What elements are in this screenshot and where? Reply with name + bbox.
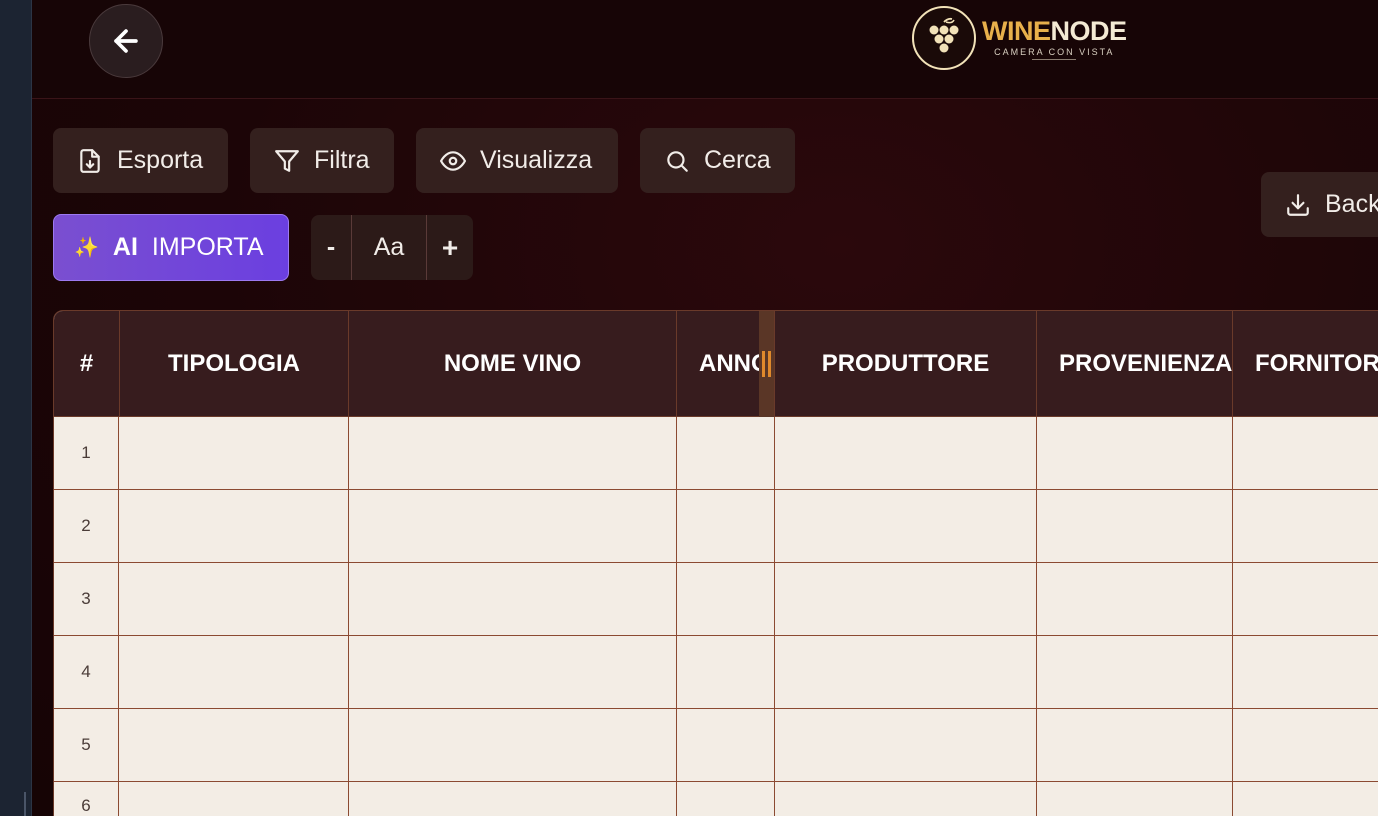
- table-cell[interactable]: [1037, 490, 1233, 562]
- table-cell[interactable]: [349, 636, 677, 708]
- table-cell[interactable]: [775, 563, 1037, 635]
- wine-table: # TIPOLOGIA NOME VINO ANNO PRODUTTORE PR…: [53, 310, 1378, 816]
- table-row: 4: [54, 636, 1378, 709]
- resize-grip-icon: [762, 351, 771, 377]
- table-cell[interactable]: [1233, 417, 1378, 489]
- backup-label: Back: [1325, 190, 1378, 218]
- table-cell[interactable]: [349, 417, 677, 489]
- table-cell[interactable]: [349, 709, 677, 781]
- table-cell[interactable]: [120, 490, 349, 562]
- table-cell[interactable]: [677, 782, 775, 816]
- table-cell[interactable]: [775, 417, 1037, 489]
- table-cell[interactable]: [120, 417, 349, 489]
- table-row: 2: [54, 490, 1378, 563]
- row-number: 1: [54, 417, 119, 489]
- font-decrease-button[interactable]: -: [311, 215, 352, 280]
- table-cell[interactable]: [677, 417, 775, 489]
- table-cell[interactable]: [1233, 563, 1378, 635]
- search-button[interactable]: Cerca: [640, 128, 795, 193]
- table-cell[interactable]: [1233, 709, 1378, 781]
- table-cell[interactable]: [1037, 563, 1233, 635]
- table-cell[interactable]: [677, 563, 775, 635]
- font-size-control: - Aa +: [311, 215, 473, 280]
- table-cell[interactable]: [1233, 636, 1378, 708]
- table-cell[interactable]: [775, 490, 1037, 562]
- row-number: 3: [54, 563, 119, 635]
- table-row: 5: [54, 709, 1378, 782]
- winenode-logo: WINENODE CAMERA CON VISTA: [912, 6, 1127, 70]
- import-label: IMPORTA: [151, 233, 264, 261]
- font-size-label[interactable]: Aa: [352, 215, 427, 280]
- view-button[interactable]: Visualizza: [416, 128, 618, 193]
- filter-button[interactable]: Filtra: [250, 128, 394, 193]
- back-button[interactable]: [89, 4, 163, 78]
- file-download-icon: [80, 148, 100, 173]
- row-number: 6: [54, 782, 119, 816]
- table-cell[interactable]: [349, 782, 677, 816]
- table-cell[interactable]: [1037, 782, 1233, 816]
- logo-wine: WINE: [982, 15, 1051, 46]
- row-number: 2: [54, 490, 119, 562]
- export-label: Esporta: [117, 146, 204, 174]
- top-bar: WINENODE CAMERA CON VISTA: [32, 0, 1378, 99]
- table-cell[interactable]: [775, 709, 1037, 781]
- search-icon: [667, 150, 688, 172]
- font-increase-button[interactable]: +: [427, 215, 473, 280]
- column-header-nome-vino[interactable]: NOME VINO: [349, 311, 677, 417]
- table-cell[interactable]: [1037, 636, 1233, 708]
- table-cell[interactable]: [1037, 709, 1233, 781]
- table-cell[interactable]: [677, 709, 775, 781]
- column-header-provenienza[interactable]: PROVENIENZA: [1037, 311, 1233, 417]
- table-cell[interactable]: [677, 636, 775, 708]
- ai-import-button[interactable]: ✨ AI IMPORTA: [53, 214, 289, 281]
- column-header-produttore[interactable]: PRODUTTORE: [775, 311, 1037, 417]
- table-cell[interactable]: [120, 563, 349, 635]
- download-icon: [1287, 193, 1309, 216]
- filter-label: Filtra: [314, 146, 370, 174]
- view-label: Visualizza: [480, 146, 593, 174]
- logo-divider: [1032, 58, 1077, 60]
- table-cell[interactable]: [120, 636, 349, 708]
- eye-icon: [440, 150, 466, 171]
- table-cell[interactable]: [120, 709, 349, 781]
- table-row: 3: [54, 563, 1378, 636]
- row-number: 4: [54, 636, 119, 708]
- filter-icon: [275, 149, 299, 172]
- column-header-index[interactable]: #: [54, 311, 120, 417]
- table-cell[interactable]: [677, 490, 775, 562]
- table-cell[interactable]: [1233, 782, 1378, 816]
- logo-tagline: CAMERA CON VISTA: [994, 46, 1115, 57]
- row-number: 5: [54, 709, 119, 781]
- scrollbar-thumb[interactable]: [24, 792, 26, 816]
- table-row: 1: [54, 417, 1378, 490]
- grape-logo-icon: [912, 6, 976, 70]
- table-cell[interactable]: [775, 782, 1037, 816]
- column-header-tipologia[interactable]: TIPOLOGIA: [120, 311, 349, 417]
- side-panel-edge: [0, 0, 32, 816]
- table-header: # TIPOLOGIA NOME VINO ANNO PRODUTTORE PR…: [54, 311, 1378, 417]
- app-window: WINENODE CAMERA CON VISTA Esporta Filtra…: [32, 0, 1378, 816]
- table-cell[interactable]: [120, 782, 349, 816]
- column-resize-handle[interactable]: [759, 311, 774, 417]
- backup-button[interactable]: Back: [1261, 172, 1378, 237]
- sparkles-icon: ✨: [74, 237, 99, 259]
- search-label: Cerca: [704, 146, 771, 174]
- table-row: 6: [54, 782, 1378, 816]
- arrow-left-icon: [114, 29, 138, 53]
- table-cell[interactable]: [349, 490, 677, 562]
- table-cell[interactable]: [349, 563, 677, 635]
- table-cell[interactable]: [775, 636, 1037, 708]
- table-cell[interactable]: [1037, 417, 1233, 489]
- table-cell[interactable]: [1233, 490, 1378, 562]
- logo-node: NODE: [1050, 15, 1128, 46]
- ai-label: AI: [112, 233, 138, 261]
- export-button[interactable]: Esporta: [53, 128, 228, 193]
- column-header-fornitore[interactable]: FORNITORE: [1233, 311, 1378, 417]
